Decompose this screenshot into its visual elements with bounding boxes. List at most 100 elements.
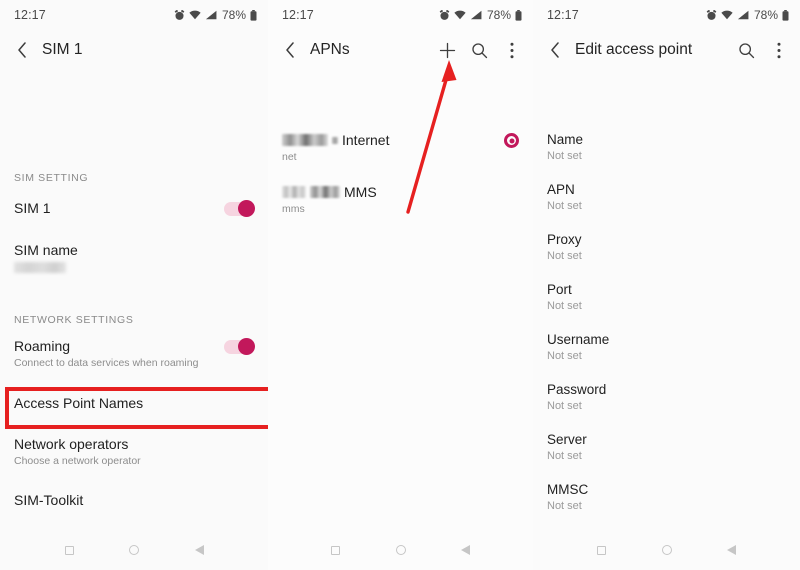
field-apn[interactable]: APN Not set — [533, 182, 800, 212]
redacted-carrier-name — [282, 186, 306, 198]
alarm-icon — [174, 9, 185, 20]
page-title: APNs — [310, 41, 350, 58]
overflow-menu-icon — [509, 42, 514, 58]
apn-list-item-internet[interactable]: Internet net — [268, 132, 533, 163]
search-icon — [739, 42, 755, 58]
sim-settings-content: SIM SETTING SIM 1 SIM name NETWORK SETTI… — [0, 70, 268, 530]
overflow-menu-button[interactable] — [769, 41, 788, 60]
back-button[interactable] — [281, 41, 299, 59]
back-triangle-icon — [194, 545, 204, 555]
search-button[interactable] — [470, 41, 489, 60]
field-value: Not set — [547, 400, 582, 412]
panel-apns: 12:17 78% APNs Internet net MMS mms — [268, 0, 533, 570]
field-value: Not set — [547, 300, 582, 312]
home-button[interactable] — [659, 543, 674, 558]
app-bar-actions — [438, 41, 521, 60]
field-label: MMSC — [547, 482, 589, 497]
home-icon — [661, 545, 672, 555]
signal-icon — [470, 10, 482, 20]
back-button[interactable] — [546, 41, 564, 59]
field-label: Proxy — [547, 232, 582, 247]
field-name[interactable]: Name Not set — [533, 132, 800, 162]
setting-sub-roaming: Connect to data services when roaming — [14, 357, 199, 369]
navigation-bar-1 — [0, 530, 268, 570]
field-username[interactable]: Username Not set — [533, 332, 800, 362]
recents-button[interactable] — [594, 543, 609, 558]
field-value: Not set — [547, 250, 582, 262]
setting-row-sim-1[interactable]: SIM 1 — [0, 200, 268, 217]
app-bar-apns: APNs — [268, 30, 533, 70]
apn-subtitle: net — [282, 151, 297, 163]
apn-name: MMS — [344, 184, 377, 200]
field-label: Password — [547, 382, 607, 397]
setting-row-roaming[interactable]: Roaming Connect to data services when ro… — [0, 338, 268, 369]
field-label: Name — [547, 132, 584, 147]
app-bar-actions — [737, 41, 788, 60]
status-time: 12:17 — [547, 8, 579, 22]
app-bar-sim-settings: SIM 1 — [0, 30, 268, 70]
recents-button[interactable] — [62, 543, 77, 558]
toggle-sim-1[interactable] — [224, 200, 255, 217]
toggle-knob — [238, 338, 255, 355]
overflow-menu-button[interactable] — [502, 41, 521, 60]
toggle-knob — [238, 200, 255, 217]
field-mmsc[interactable]: MMSC Not set — [533, 482, 800, 512]
wifi-icon — [721, 10, 733, 20]
panel-sim-settings: 12:17 78% SIM 1 SIM SETTING SIM 1 SIM na… — [0, 0, 268, 570]
back-button[interactable] — [13, 41, 31, 59]
field-port[interactable]: Port Not set — [533, 282, 800, 312]
apn-list: Internet net MMS mms — [268, 70, 533, 530]
field-label: Username — [547, 332, 610, 347]
battery-percent: 78% — [221, 8, 246, 22]
field-value: Not set — [547, 350, 582, 362]
field-label: Port — [547, 282, 572, 297]
overflow-menu-icon — [776, 42, 781, 58]
apn-title-line: MMS — [282, 184, 519, 200]
chevron-left-icon — [18, 42, 26, 58]
redacted-sim-name-value — [14, 262, 66, 273]
field-proxy[interactable]: Proxy Not set — [533, 232, 800, 262]
apn-list-item-mms[interactable]: MMS mms — [268, 184, 533, 215]
add-apn-button[interactable] — [438, 41, 457, 60]
app-bar-edit-access-point: Edit access point — [533, 30, 800, 70]
search-button[interactable] — [737, 41, 756, 60]
redacted-carrier-name — [282, 134, 328, 146]
setting-row-sim-toolkit[interactable]: SIM-Toolkit — [0, 492, 268, 508]
setting-row-access-point-names[interactable]: Access Point Names — [0, 395, 268, 411]
search-icon — [472, 42, 488, 58]
back-nav-button[interactable] — [192, 543, 207, 558]
section-header-network-settings: NETWORK SETTINGS — [14, 314, 134, 326]
home-icon — [395, 545, 406, 555]
redacted-carrier-suffix — [332, 136, 338, 144]
edit-access-point-form: Name Not set APN Not set Proxy Not set P… — [533, 70, 800, 530]
field-password[interactable]: Password Not set — [533, 382, 800, 412]
toggle-roaming[interactable] — [224, 338, 255, 355]
field-value: Not set — [547, 500, 582, 512]
status-bar-2: 12:17 78% — [268, 0, 533, 30]
setting-label-network-operators: Network operators — [14, 436, 129, 452]
add-icon — [439, 42, 456, 58]
home-button[interactable] — [393, 543, 408, 558]
chevron-left-icon — [551, 42, 559, 58]
apn-radio-selected[interactable] — [504, 133, 519, 148]
back-triangle-icon — [461, 545, 470, 555]
navigation-bar-2 — [268, 530, 533, 570]
home-icon — [129, 545, 139, 555]
back-nav-button[interactable] — [724, 543, 739, 558]
setting-row-sim-name[interactable]: SIM name — [0, 242, 268, 273]
chevron-left-icon — [286, 42, 294, 58]
status-icons: 78% — [174, 8, 257, 22]
setting-label-access-point-names: Access Point Names — [14, 395, 144, 411]
apn-name: Internet — [342, 132, 390, 148]
setting-row-network-operators[interactable]: Network operators Choose a network opera… — [0, 436, 268, 467]
apn-title-line: Internet — [282, 132, 504, 148]
recents-icon — [331, 545, 340, 555]
home-button[interactable] — [127, 543, 142, 558]
battery-icon — [250, 9, 257, 21]
recents-button[interactable] — [328, 543, 343, 558]
back-nav-button[interactable] — [458, 543, 473, 558]
field-label: Server — [547, 432, 587, 447]
field-server[interactable]: Server Not set — [533, 432, 800, 462]
page-title: SIM 1 — [42, 41, 83, 58]
setting-label-sim-name: SIM name — [14, 242, 78, 258]
